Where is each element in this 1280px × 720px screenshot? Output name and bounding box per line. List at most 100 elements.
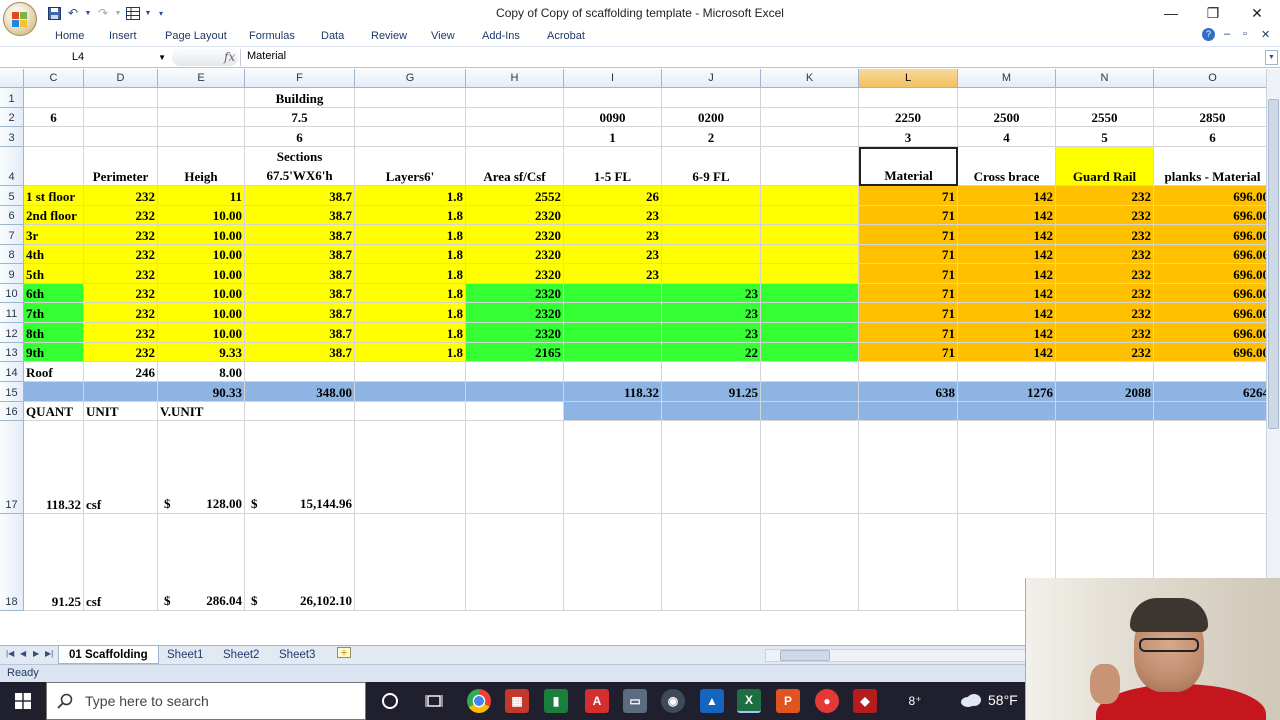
- row-header-3[interactable]: 3: [0, 127, 24, 147]
- cell-j10[interactable]: 23: [662, 284, 761, 303]
- cell-m14[interactable]: [958, 362, 1056, 382]
- cell-o9[interactable]: 696.00: [1154, 264, 1266, 284]
- cell-o1[interactable]: [1154, 88, 1266, 108]
- cell-f4[interactable]: Sections 67.5'WX6'h: [245, 147, 355, 186]
- cell-d7[interactable]: 232: [84, 225, 158, 245]
- column-header-i[interactable]: I: [564, 69, 662, 88]
- cell-g9[interactable]: 1.8: [355, 264, 466, 284]
- cell-c8[interactable]: 4th: [24, 245, 84, 264]
- cell-i16[interactable]: [564, 402, 662, 421]
- cell-g7[interactable]: 1.8: [355, 225, 466, 245]
- cell-l3[interactable]: 3: [859, 127, 958, 147]
- cell-d1[interactable]: [84, 88, 158, 108]
- cell-j15[interactable]: 91.25: [662, 382, 761, 402]
- cell-k4[interactable]: [761, 147, 859, 186]
- powerpoint-icon[interactable]: P: [776, 689, 800, 713]
- cell-i14[interactable]: [564, 362, 662, 382]
- cell-g11[interactable]: 1.8: [355, 303, 466, 323]
- cell-i11[interactable]: [564, 303, 662, 323]
- cell-m3[interactable]: 4: [958, 127, 1056, 147]
- cell-g4[interactable]: Layers6': [355, 147, 466, 186]
- cell-l13[interactable]: 71: [859, 343, 958, 362]
- cell-c14[interactable]: Roof: [24, 362, 84, 382]
- start-button[interactable]: [0, 682, 46, 720]
- cell-d6[interactable]: 232: [84, 206, 158, 225]
- row-header-18[interactable]: 18: [0, 514, 24, 611]
- cell-m16[interactable]: [958, 402, 1056, 421]
- cell-h5[interactable]: 2552: [466, 186, 564, 206]
- column-header-f[interactable]: F: [245, 69, 355, 88]
- column-header-m[interactable]: M: [958, 69, 1056, 88]
- cell-c11[interactable]: 7th: [24, 303, 84, 323]
- cell-i4[interactable]: 1-5 FL: [564, 147, 662, 186]
- disc-icon[interactable]: ◉: [661, 689, 685, 713]
- cell-i6[interactable]: 23: [564, 206, 662, 225]
- cell-d14[interactable]: 246: [84, 362, 158, 382]
- cell-f11[interactable]: 38.7: [245, 303, 355, 323]
- cell-o13[interactable]: 696.00: [1154, 343, 1266, 362]
- cell-m5[interactable]: 142: [958, 186, 1056, 206]
- cell-l10[interactable]: 71: [859, 284, 958, 303]
- insert-function-button[interactable]: fx: [224, 50, 235, 64]
- cell-k9[interactable]: [761, 264, 859, 284]
- cell-g12[interactable]: 1.8: [355, 323, 466, 343]
- cell-j13[interactable]: 22: [662, 343, 761, 362]
- vertical-scrollbar[interactable]: [1266, 69, 1280, 645]
- cell-f16[interactable]: [245, 402, 355, 421]
- cell-d9[interactable]: 232: [84, 264, 158, 284]
- cell-g3[interactable]: [355, 127, 466, 147]
- cell-m4[interactable]: Cross brace: [958, 147, 1056, 186]
- cell-f6[interactable]: 38.7: [245, 206, 355, 225]
- cell-f17[interactable]: $15,144.96: [245, 421, 355, 514]
- ribbon-minimize-icon[interactable]: –: [1224, 28, 1230, 40]
- cell-n2[interactable]: 2550: [1056, 108, 1154, 127]
- row-header-16[interactable]: 16: [0, 402, 24, 421]
- cell-i9[interactable]: 23: [564, 264, 662, 284]
- cell-e1[interactable]: [158, 88, 245, 108]
- weather-widget[interactable]: 58°F: [960, 692, 1018, 708]
- cell-j2[interactable]: 0200: [662, 108, 761, 127]
- cell-f18[interactable]: $26,102.10: [245, 514, 355, 611]
- cell-e10[interactable]: 10.00: [158, 284, 245, 303]
- cell-o12[interactable]: 696.00: [1154, 323, 1266, 343]
- cell-h13[interactable]: 2165: [466, 343, 564, 362]
- taskbar-search[interactable]: Type here to search: [46, 682, 366, 720]
- cell-i7[interactable]: 23: [564, 225, 662, 245]
- vertical-scroll-thumb[interactable]: [1268, 99, 1279, 429]
- cell-h12[interactable]: 2320: [466, 323, 564, 343]
- row-header-12[interactable]: 12: [0, 323, 24, 343]
- cell-c6[interactable]: 2nd floor: [24, 206, 84, 225]
- cell-j17[interactable]: [662, 421, 761, 514]
- last-sheet-icon[interactable]: ▶|: [45, 649, 53, 658]
- first-sheet-icon[interactable]: |◀: [6, 649, 14, 658]
- media-icon[interactable]: ●: [815, 689, 839, 713]
- cell-e14[interactable]: 8.00: [158, 362, 245, 382]
- cell-i10[interactable]: [564, 284, 662, 303]
- cell-o7[interactable]: 696.00: [1154, 225, 1266, 245]
- cell-g15[interactable]: [355, 382, 466, 402]
- cell-m17[interactable]: [958, 421, 1056, 514]
- cell-o17[interactable]: [1154, 421, 1266, 514]
- cell-h14[interactable]: [466, 362, 564, 382]
- restore-button[interactable]: ❐: [1190, 0, 1236, 26]
- cell-e18[interactable]: $286.04: [158, 514, 245, 611]
- cell-l7[interactable]: 71: [859, 225, 958, 245]
- cell-e2[interactable]: [158, 108, 245, 127]
- cell-h4[interactable]: Area sf/Csf: [466, 147, 564, 186]
- cell-l12[interactable]: 71: [859, 323, 958, 343]
- spreadsheet-grid[interactable]: CDEFGHIJKLMNO 1 Building 2 6 7.5 0090 0200 2250…: [0, 69, 1266, 645]
- cell-h11[interactable]: 2320: [466, 303, 564, 323]
- cell-e5[interactable]: 11: [158, 186, 245, 206]
- cell-l9[interactable]: 71: [859, 264, 958, 284]
- cell-g17[interactable]: [355, 421, 466, 514]
- minimize-button[interactable]: —: [1148, 0, 1194, 26]
- tab-formulas[interactable]: Formulas: [249, 30, 295, 42]
- cell-d16[interactable]: UNIT: [84, 402, 158, 421]
- cell-d2[interactable]: [84, 108, 158, 127]
- cell-c12[interactable]: 8th: [24, 323, 84, 343]
- cell-m8[interactable]: 142: [958, 245, 1056, 264]
- cell-j3[interactable]: 2: [662, 127, 761, 147]
- cell-f8[interactable]: 38.7: [245, 245, 355, 264]
- cell-l8[interactable]: 71: [859, 245, 958, 264]
- cell-g2[interactable]: [355, 108, 466, 127]
